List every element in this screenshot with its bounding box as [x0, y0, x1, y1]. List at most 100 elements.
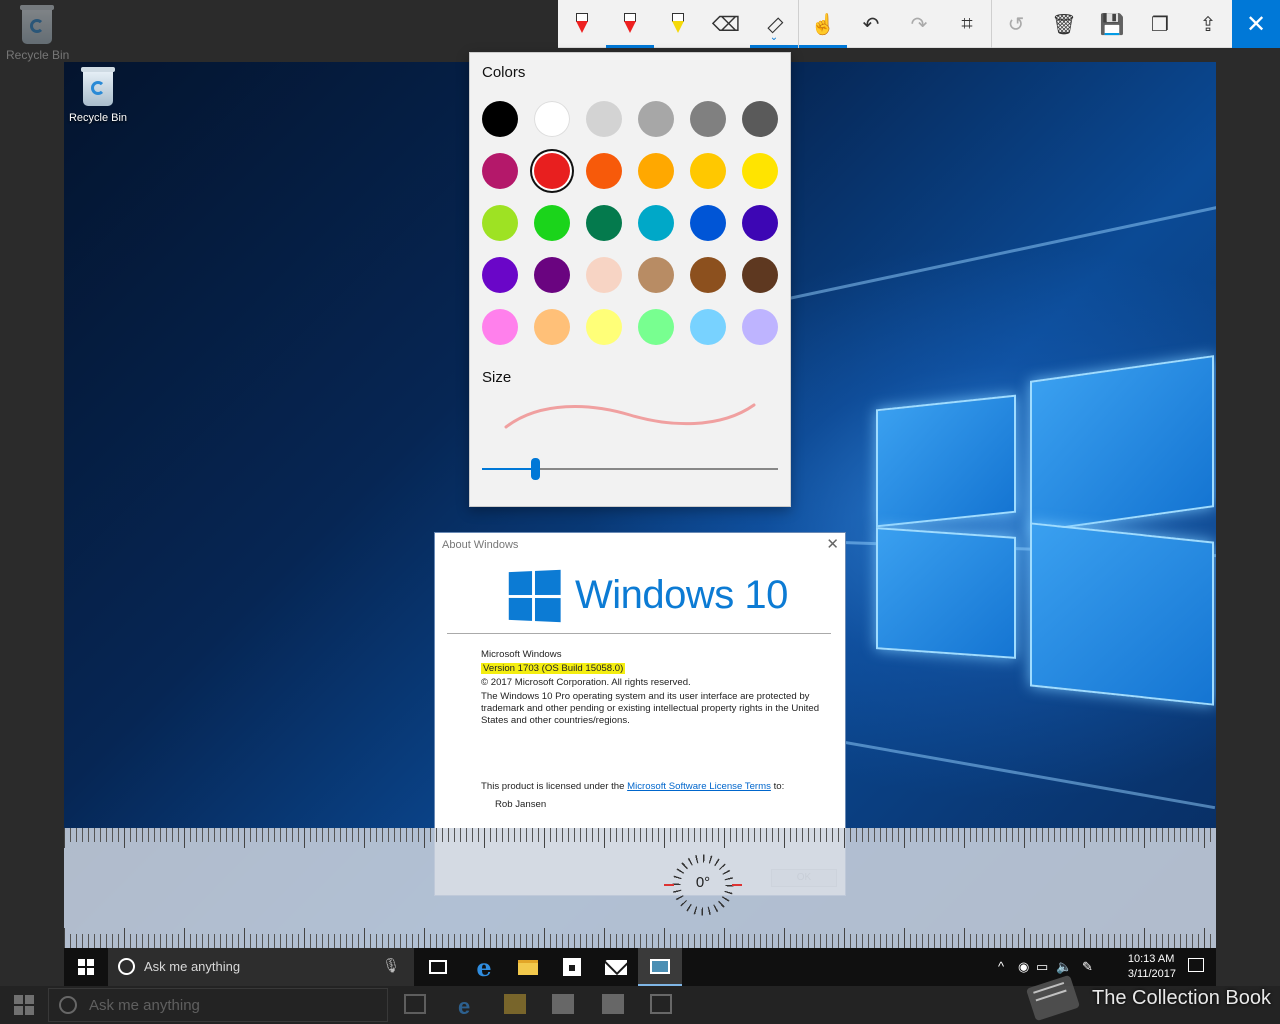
licensee-name: Rob Jansen — [495, 799, 547, 810]
inner-recycle-bin: Recycle Bin — [68, 67, 128, 124]
delete-button[interactable]: 🗑 — [1040, 0, 1088, 48]
clock-date: 3/11/2017 — [1127, 968, 1176, 980]
save-button[interactable]: 💾 — [1088, 0, 1136, 48]
chevron-up-icon: ^ — [998, 959, 1005, 974]
outer-edge-icon[interactable]: e — [458, 994, 480, 1019]
outer-recycle-bin-label: Recycle Bin — [6, 48, 70, 62]
product-line: Microsoft Windows — [481, 649, 562, 660]
outer-mail-icon[interactable] — [602, 994, 624, 1014]
size-slider-fill — [482, 468, 536, 470]
replay-button[interactable]: ↺ — [992, 0, 1040, 48]
color-swatch[interactable] — [586, 101, 622, 137]
color-swatch[interactable] — [482, 205, 518, 241]
color-swatch[interactable] — [690, 153, 726, 189]
close-icon: ✕ — [1245, 10, 1267, 38]
redo-icon: ↷ — [910, 13, 928, 36]
clock-time: 10:13 AM — [1127, 953, 1175, 965]
color-swatch[interactable] — [586, 309, 622, 345]
color-swatch[interactable] — [638, 101, 674, 137]
microphone-icon: 🎙 — [382, 957, 400, 973]
color-swatch[interactable] — [690, 257, 726, 293]
pencil-button[interactable] — [606, 0, 654, 48]
ruler-overlay[interactable]: 0° — [64, 828, 1216, 948]
color-swatch[interactable] — [742, 309, 778, 345]
clock: 10:13 AM 3/11/2017 — [1128, 952, 1176, 982]
search-box: Ask me anything 🎙 — [108, 948, 414, 986]
dialog-body: Microsoft Windows Version 1703 (OS Build… — [481, 649, 821, 813]
recycle-bin-icon — [20, 5, 54, 44]
color-swatch[interactable] — [742, 101, 778, 137]
replay-icon: ↺ — [1007, 13, 1025, 36]
windows-logo-pane — [1030, 355, 1214, 533]
network-icon: ▭ — [1036, 959, 1049, 974]
color-swatch[interactable] — [742, 257, 778, 293]
outer-task-view-icon[interactable] — [404, 994, 426, 1014]
snip-app-icon — [638, 948, 682, 986]
outer-search-box[interactable]: Ask me anything — [48, 988, 388, 1022]
description-text: The Windows 10 Pro operating system and … — [481, 691, 820, 726]
save-icon: 💾 — [1099, 13, 1125, 36]
ballpoint-pen-button[interactable] — [558, 0, 606, 48]
color-swatch[interactable] — [690, 101, 726, 137]
mail-icon — [594, 948, 638, 986]
ruler-angle-label: 0° — [695, 874, 711, 891]
color-swatch[interactable] — [482, 257, 518, 293]
volume-icon: 🔈 — [1056, 959, 1073, 974]
color-swatch[interactable] — [482, 101, 518, 137]
copy-button[interactable]: ❐ — [1136, 0, 1184, 48]
divider — [447, 633, 831, 634]
windows-logo-pane — [876, 527, 1016, 659]
edge-icon: e — [476, 952, 492, 982]
highlighter-button[interactable] — [654, 0, 702, 48]
touch-writing-icon: ☝ — [810, 13, 836, 36]
color-swatch[interactable] — [742, 205, 778, 241]
ruler-button[interactable]: ▭ ⌄ — [750, 0, 798, 48]
pen-workspace-icon: ✎ — [1082, 959, 1093, 974]
location-icon: ◉ — [1018, 959, 1030, 974]
copyright-line: © 2017 Microsoft Corporation. All rights… — [481, 677, 691, 688]
stroke-preview — [504, 403, 756, 429]
trash-icon: 🗑 — [1051, 13, 1077, 36]
redo-button[interactable]: ↷ — [895, 0, 943, 48]
color-swatch[interactable] — [690, 309, 726, 345]
undo-button[interactable]: ↶ — [847, 0, 895, 48]
touch-writing-button[interactable]: ☝ — [799, 0, 847, 48]
color-swatch[interactable] — [482, 309, 518, 345]
store-icon — [550, 948, 594, 986]
color-swatch[interactable] — [534, 101, 570, 137]
chevron-down-icon: ⌄ — [769, 32, 779, 43]
color-swatch[interactable] — [742, 153, 778, 189]
inner-taskbar: Ask me anything 🎙 e ^ ◉ ▭ 🔈 ✎ 10:13 AM 3… — [64, 948, 1216, 986]
dialog-close-icon: ✕ — [826, 536, 839, 553]
outer-folder-icon[interactable] — [504, 994, 526, 1014]
pen-icon — [575, 13, 589, 35]
color-swatch[interactable] — [586, 257, 622, 293]
eraser-button[interactable]: ⌫ — [702, 0, 750, 48]
outer-recycle-bin[interactable]: Recycle Bin — [6, 5, 70, 62]
color-swatch[interactable] — [638, 309, 674, 345]
color-swatch[interactable] — [482, 153, 518, 189]
color-swatch[interactable] — [534, 205, 570, 241]
ruler-major-ticks-bottom — [64, 928, 1216, 948]
color-swatch[interactable] — [586, 205, 622, 241]
color-swatch[interactable] — [638, 205, 674, 241]
share-icon: ⇪ — [1199, 13, 1217, 36]
watermark-text: The Collection Book — [1092, 987, 1271, 1009]
color-swatch[interactable] — [534, 257, 570, 293]
color-swatch[interactable] — [534, 153, 570, 189]
size-slider-thumb[interactable] — [531, 458, 541, 480]
color-swatch[interactable] — [690, 205, 726, 241]
outer-snip-icon[interactable] — [650, 994, 672, 1014]
color-swatch[interactable] — [638, 153, 674, 189]
color-swatch[interactable] — [638, 257, 674, 293]
share-button[interactable]: ⇪ — [1184, 0, 1232, 48]
outer-store-icon[interactable] — [552, 994, 574, 1014]
color-swatch[interactable] — [586, 153, 622, 189]
eraser-icon: ⌫ — [711, 13, 741, 36]
outer-search-placeholder: Ask me anything — [89, 997, 200, 1014]
color-swatch[interactable] — [534, 309, 570, 345]
close-button[interactable]: ✕ — [1232, 0, 1280, 48]
outer-start-icon[interactable] — [14, 995, 34, 1015]
task-view-icon — [416, 948, 460, 986]
crop-button[interactable]: ⌗ — [943, 0, 991, 48]
